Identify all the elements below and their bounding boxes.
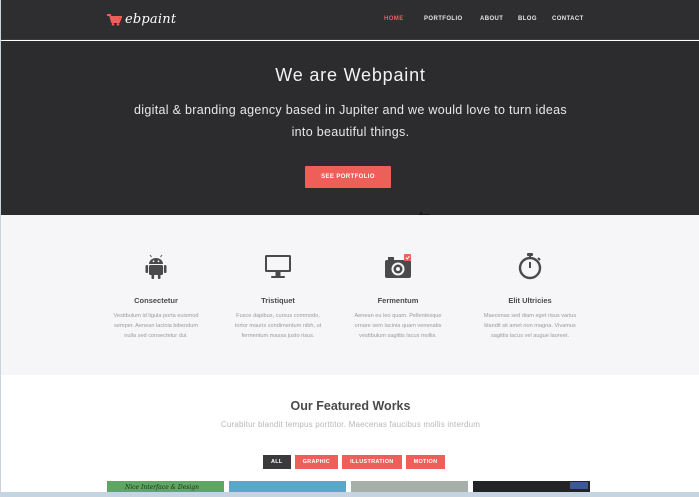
filter-all[interactable]: ALL bbox=[263, 455, 291, 469]
feature-desc-line: Aenean eu leo quam. Pellentesque bbox=[354, 313, 442, 319]
feature-title: Elit Ultricies bbox=[508, 296, 552, 305]
feature-desc-line: tortor mauris condimentum nibh, ut bbox=[234, 323, 322, 329]
android-icon bbox=[145, 254, 167, 279]
window-bottom-edge bbox=[1, 492, 699, 497]
nav-blog[interactable]: BLOG bbox=[518, 16, 537, 22]
feature-item: Consectetur Vestibulum id ligula porta e… bbox=[86, 251, 226, 341]
feature-item: Tristiquet Fusce dapibus, cursus commodo… bbox=[208, 251, 348, 341]
section-subtitle: Curabitur blandit tempus porttitor. Maec… bbox=[220, 420, 481, 429]
feature-description: Fusce dapibus, cursus commodo, tortor ma… bbox=[208, 311, 348, 341]
feature-desc-line: vestibulum sagittis lacus mollis. bbox=[359, 333, 437, 339]
site-header: ebpaint HOME PORTFOLIO ABOUT BLOG CONTAC… bbox=[1, 0, 699, 40]
feature-desc-line: nulla sed consectetur dui. bbox=[124, 333, 188, 339]
filter-graphic[interactable]: GRAPHIC bbox=[294, 455, 339, 469]
feature-desc-line: semper. Aenean lacinia bibendum bbox=[114, 323, 198, 329]
feature-title: Fermentum bbox=[377, 296, 419, 305]
section-title: Our Featured Works bbox=[290, 399, 411, 413]
nav-home[interactable]: HOME bbox=[384, 16, 404, 22]
feature-description: Vestibulum id ligula porta euismod sempe… bbox=[86, 311, 226, 341]
feature-item: Fermentum Aenean eu leo quam. Pellentesq… bbox=[328, 251, 468, 341]
filter-motion[interactable]: MOTION bbox=[405, 455, 446, 469]
feature-desc-line: sagittis lacus vel augue laoreet. bbox=[490, 333, 570, 339]
hero-subtitle-line-2: into beautiful things. bbox=[291, 125, 410, 139]
feature-description: Maecenas sed diam eget risus varius blan… bbox=[460, 311, 600, 341]
feature-desc-line: Vestibulum id ligula porta euismod bbox=[113, 313, 199, 319]
features-section: Consectetur Vestibulum id ligula porta e… bbox=[1, 215, 699, 375]
featured-works-section: Our Featured Works Curabitur blandit tem… bbox=[1, 375, 699, 497]
portfolio-filters: ALL GRAPHIC ILLUSTRATION MOTION bbox=[263, 455, 446, 469]
filter-illustration[interactable]: ILLUSTRATION bbox=[342, 455, 402, 469]
feature-desc-line: blandit sit amet non magna. Vivamus bbox=[484, 323, 576, 329]
feature-desc-line: Maecenas sed diam eget risus varius bbox=[483, 313, 577, 319]
feature-desc-line: Fusce dapibus, cursus commodo, bbox=[236, 313, 320, 319]
share-badge-icon bbox=[570, 482, 588, 489]
thumb-caption: Nice Interface & Design bbox=[125, 484, 199, 491]
site-logo[interactable]: ebpaint bbox=[106, 12, 176, 27]
logo-basket-icon bbox=[107, 14, 122, 26]
feature-title: Tristiquet bbox=[261, 296, 295, 305]
see-portfolio-button[interactable]: SEE PORTFOLIO bbox=[305, 166, 391, 188]
feature-desc-line: ornare sem lacinia quam venenatis bbox=[354, 323, 442, 329]
feature-item: Elit Ultricies Maecenas sed diam eget ri… bbox=[460, 251, 600, 341]
feature-desc-line: fermentum massa justo risus. bbox=[241, 333, 315, 339]
hero-subtitle-line-1: digital & branding agency based in Jupit… bbox=[134, 103, 567, 117]
hero-section: We are Webpaint digital & branding agenc… bbox=[1, 41, 699, 215]
feature-title: Consectetur bbox=[134, 296, 178, 305]
hero-title: We are Webpaint bbox=[275, 65, 426, 85]
monitor-icon bbox=[265, 255, 291, 278]
feature-description: Aenean eu leo quam. Pellentesque ornare … bbox=[328, 311, 468, 341]
logo-text: ebpaint bbox=[125, 12, 177, 27]
nav-portfolio[interactable]: PORTFOLIO bbox=[424, 16, 463, 22]
nav-contact[interactable]: CONTACT bbox=[552, 16, 584, 22]
nav-about[interactable]: ABOUT bbox=[480, 16, 503, 22]
hero-subtitle: digital & branding agency based in Jupit… bbox=[1, 99, 699, 143]
stopwatch-icon bbox=[518, 253, 542, 280]
camera-icon bbox=[385, 254, 411, 278]
browser-viewport: ebpaint HOME PORTFOLIO ABOUT BLOG CONTAC… bbox=[0, 0, 699, 497]
